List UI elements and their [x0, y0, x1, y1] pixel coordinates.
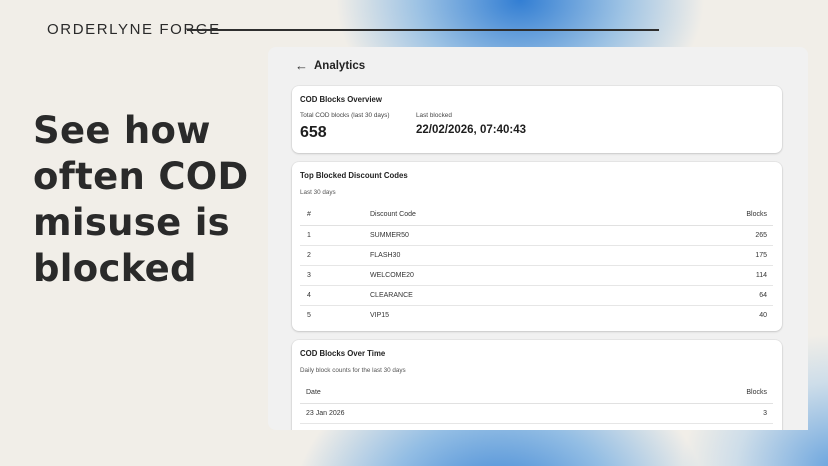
- app-window: ← Analytics COD Blocks Overview Total CO…: [268, 47, 808, 430]
- column-header-blocks: Blocks: [746, 211, 767, 218]
- discount-codes-table: # Discount Code Blocks 1 SUMMER50 265 2 …: [300, 202, 773, 325]
- cod-overview-card: COD Blocks Overview Total COD blocks (la…: [292, 86, 782, 153]
- code-cell: VIP15: [370, 312, 390, 319]
- blocks-cell: 3: [763, 410, 767, 417]
- code-cell: FLASH30: [370, 252, 401, 259]
- table-row: 2 FLASH30 175: [300, 246, 773, 266]
- card-title: Top Blocked Discount Codes: [300, 171, 408, 180]
- table-row: 4 CLEARANCE 64: [300, 286, 773, 306]
- card-subtitle: Daily block counts for the last 30 days: [300, 367, 406, 374]
- blocks-cell: 64: [759, 292, 767, 299]
- code-cell: CLEARANCE: [370, 292, 413, 299]
- blocks-cell: 265: [755, 232, 767, 239]
- table-row: 5 VIP15 40: [300, 306, 773, 325]
- table-row: 3 WELCOME20 114: [300, 266, 773, 286]
- code-cell: SUMMER50: [370, 232, 409, 239]
- column-header-blocks: Blocks: [746, 389, 767, 396]
- blocks-cell: 114: [755, 272, 767, 279]
- brand-divider: [187, 29, 659, 31]
- code-cell: WELCOME20: [370, 272, 414, 279]
- blocks-cell: 175: [755, 252, 767, 259]
- table-row: 23 Jan 2026 3: [300, 404, 773, 424]
- table-row: 1 SUMMER50 265: [300, 226, 773, 246]
- rank-cell: 1: [307, 232, 311, 239]
- card-title: COD Blocks Over Time: [300, 349, 386, 358]
- hero-headline: See how often COD misuse is blocked: [33, 109, 249, 290]
- blocks-cell: 40: [759, 312, 767, 319]
- rank-cell: 2: [307, 252, 311, 259]
- column-header-date: Date: [306, 389, 321, 396]
- page-title: Analytics: [314, 60, 366, 72]
- table-header-row: Date Blocks: [300, 380, 773, 404]
- total-blocks-label: Total COD blocks (last 30 days): [300, 112, 390, 119]
- blocks-over-time-card: COD Blocks Over Time Daily block counts …: [292, 340, 782, 430]
- rank-cell: 3: [307, 272, 311, 279]
- last-blocked-label: Last blocked: [416, 112, 452, 119]
- last-blocked-value: 22/02/2026, 07:40:43: [416, 124, 526, 136]
- card-subtitle: Last 30 days: [300, 189, 336, 196]
- top-discount-codes-card: Top Blocked Discount Codes Last 30 days …: [292, 162, 782, 331]
- card-title: COD Blocks Overview: [300, 95, 382, 104]
- column-header-code: Discount Code: [370, 211, 416, 218]
- total-blocks-value: 658: [300, 124, 327, 141]
- rank-cell: 4: [307, 292, 311, 299]
- arrow-left-icon[interactable]: ←: [295, 59, 308, 72]
- rank-cell: 5: [307, 312, 311, 319]
- page-header: ← Analytics: [295, 59, 366, 72]
- date-cell: 23 Jan 2026: [306, 410, 345, 417]
- table-header-row: # Discount Code Blocks: [300, 202, 773, 226]
- blocks-over-time-table: Date Blocks 23 Jan 2026 3: [300, 380, 773, 424]
- column-header-rank: #: [307, 211, 311, 218]
